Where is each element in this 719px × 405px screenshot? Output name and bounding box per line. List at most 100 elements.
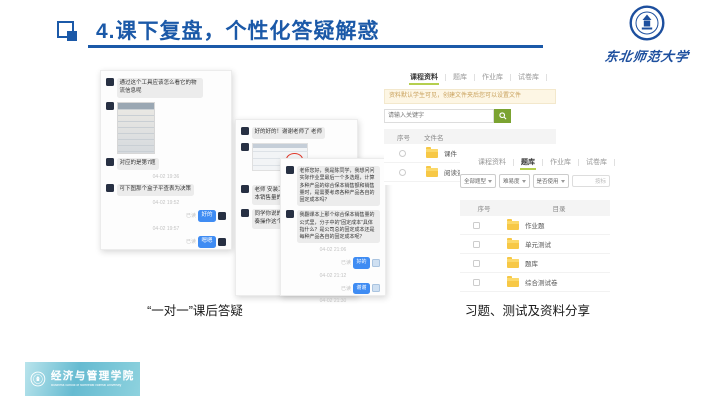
directory-row[interactable]: 作业题 [460,216,610,235]
tab-question-bank[interactable]: 题库 [519,157,537,167]
university-name: 东北师范大学 [591,46,704,65]
lms-tab-bar: 课程资料 题库 作业库 试卷库 [460,155,610,169]
folder-icon [507,240,519,249]
chat-timestamp: 04-02 19:36 [106,174,226,180]
tab-separator [510,74,511,81]
chat-message-outgoing: 已读 好的 [286,257,380,268]
filter-bar: 全部题型 难易度 是否使用 按标 [460,174,610,188]
checkbox[interactable] [473,222,480,229]
column-index: 序号 [460,203,508,213]
chat-message-outgoing: 已读 谢谢 [286,283,380,294]
checkbox[interactable] [473,279,480,286]
read-receipt: 已读 [341,285,351,292]
table-header: 序号 目录 [460,200,610,216]
chat-bubble: 好的 [198,210,215,222]
chevron-down-icon [561,180,565,183]
chevron-down-icon [488,180,492,183]
chat-message-incoming [106,102,226,154]
tab-question-bank[interactable]: 题库 [451,72,469,82]
lms-tab-bar: 课程资料 题库 作业库 试卷库 [384,70,556,84]
contact-avatar [286,166,294,174]
tab-exam-bank[interactable]: 试卷库 [516,72,541,82]
school-banner: 经济与管理学院 Business School of Northeast Nor… [25,362,140,396]
contact-avatar [106,78,114,86]
checkbox[interactable] [473,241,480,248]
caption-left: “一对一”课后答疑 [95,300,295,319]
directory-name[interactable]: 综合测试卷 [525,277,558,287]
chat-bubble: 好的 [353,257,369,268]
search-button[interactable] [494,109,511,123]
tab-course-materials[interactable]: 课程资料 [476,157,508,167]
checkbox[interactable] [399,169,406,176]
title-marker-fill-icon [67,31,77,41]
tab-separator [546,74,547,81]
checkbox[interactable] [399,150,406,157]
tab-separator [513,159,514,166]
select-label: 是否使用 [537,177,559,185]
contact-avatar [106,102,114,110]
tab-exam-bank[interactable]: 试卷库 [584,157,609,167]
select-label: 全部题型 [464,177,486,185]
chat-message-outgoing: 已读 好的 [106,210,226,222]
lms-screenshot-question-bank: 课程资料 题库 作业库 试卷库 全部题型 难易度 是否使用 按标 [460,155,610,301]
contact-avatar [241,127,249,135]
self-avatar [218,212,226,220]
tab-separator [445,74,446,81]
tab-separator [474,74,475,81]
slide: 4.课下复盘，个性化答疑解惑 东北师范大学 通过这个工具应该怎么看它的物流信息呢… [0,0,719,405]
chat-bubble: 对应的是第7题 [117,158,159,170]
folder-icon [426,149,438,158]
tab-homework-bank[interactable]: 作业库 [548,157,573,167]
contact-avatar [106,184,114,192]
school-name-block: 经济与管理学院 Business School of Northeast Nor… [51,368,135,390]
school-name-cn: 经济与管理学院 [51,368,135,383]
question-type-select[interactable]: 全部题型 [460,174,496,188]
directory-name[interactable]: 题库 [525,258,538,268]
filter-keyword-input[interactable]: 按标 [572,175,610,187]
search-icon [499,112,507,120]
read-receipt: 已读 [341,259,351,266]
chat-bubble: 可下图那个盒子平查表为决策 [117,184,195,196]
column-directory: 目录 [508,203,610,213]
self-avatar [218,238,226,246]
directory-name[interactable]: 单元测试 [525,239,551,249]
title-underline [88,45,543,48]
column-index: 序号 [384,132,424,142]
photo-message [117,102,155,154]
directory-row[interactable]: 综合测试卷 [460,273,610,292]
checkbox[interactable] [473,260,480,267]
contact-avatar [241,209,249,217]
tab-separator [578,159,579,166]
folder-icon [507,278,519,287]
file-name[interactable]: 课件 [444,148,457,158]
search-input[interactable] [384,109,494,123]
chat-bubble: 老师您好，我是陈同学，我想问问实际作业里最后一个多选题，计算多种产品的综合保本销… [297,166,381,206]
chat-screenshot-1: 通过这个工具应该怎么看它的物流信息呢 对应的是第7题 04-02 19:36 可… [100,70,232,250]
notice-bar: 资料默认学生可见，创建文件夹后您可以设置文件 [384,89,556,104]
tab-separator [614,159,615,166]
directory-row[interactable]: 单元测试 [460,235,610,254]
chat-message-incoming: 可下图那个盒子平查表为决策 [106,184,226,196]
chat-bubble: 谢谢 [353,283,369,294]
tab-homework-bank[interactable]: 作业库 [480,72,505,82]
difficulty-select[interactable]: 难易度 [499,174,530,188]
chat-message-incoming: 老师您好，我是陈同学，我想问问实际作业里最后一个多选题，计算多种产品的综合保本销… [286,166,380,206]
self-avatar [372,284,380,292]
directory-row[interactable]: 题库 [460,254,610,273]
column-filename: 文件名 [424,132,444,142]
chat-bubble: 嗯嗯 [198,236,215,248]
folder-icon [426,168,438,177]
self-avatar [372,259,380,267]
usage-select[interactable]: 是否使用 [533,174,569,188]
chat-message-incoming: 好的好的！谢谢老师了 老师 [241,127,352,139]
read-receipt: 已读 [186,238,196,245]
tab-course-materials[interactable]: 课程资料 [408,72,440,82]
chat-timestamp: 04-02 19:57 [106,226,226,232]
contact-avatar [241,143,249,151]
directory-name[interactable]: 作业题 [525,220,545,230]
contact-avatar [241,185,249,193]
tab-separator [542,159,543,166]
contact-avatar [286,210,294,218]
caption-right: 习题、测试及资料分享 [420,300,635,319]
chat-message-incoming: 我翻课本上那个综合保本销售量的公式里，分子中的“固定成本”具体指什么？是公司总的… [286,210,380,243]
